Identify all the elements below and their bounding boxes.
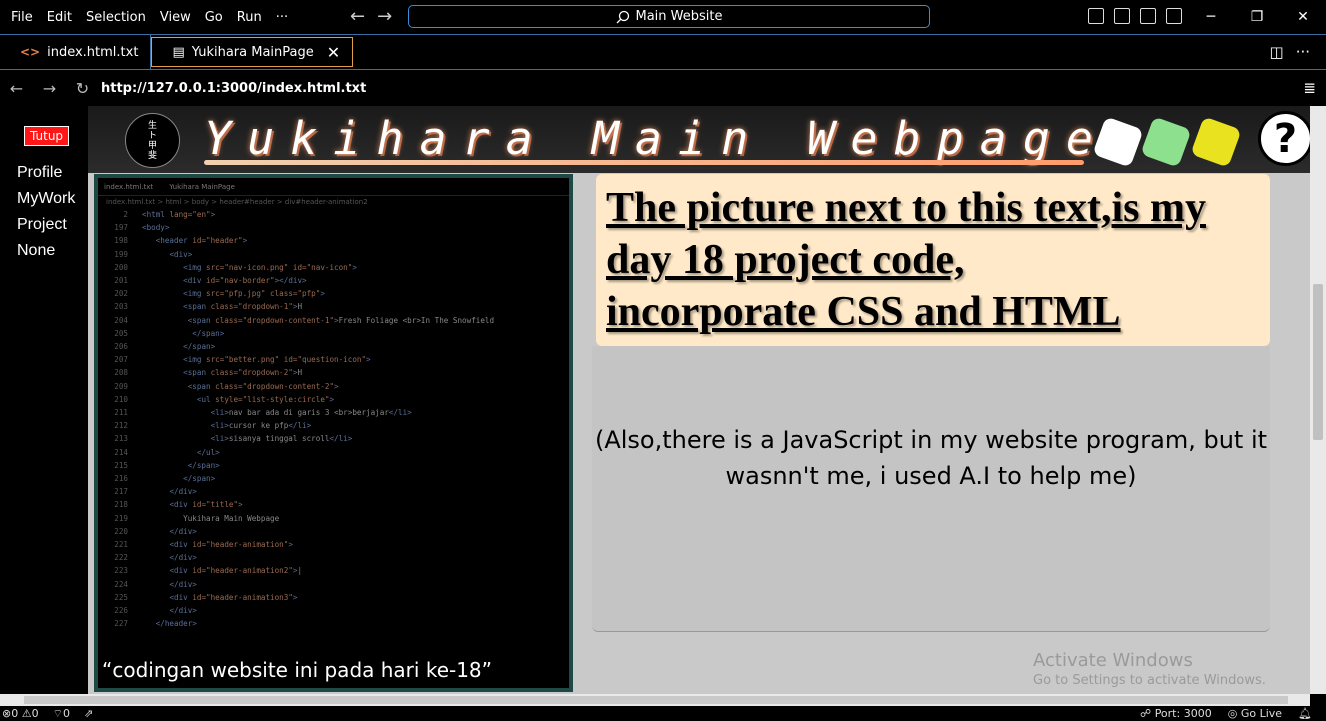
menu-run[interactable]: Run xyxy=(230,10,269,25)
broadcast-icon: ⌔ xyxy=(52,706,63,720)
tab-index-html[interactable]: <> index.html.txt xyxy=(0,35,152,69)
close-window-icon[interactable]: ✕ xyxy=(1280,0,1326,34)
activation-watermark: Activate Windows Go to Settings to activ… xyxy=(1033,650,1266,688)
browser-menu-icon[interactable]: ≣ xyxy=(1303,79,1316,97)
toggle-secondary-sidebar-icon[interactable] xyxy=(1140,8,1156,24)
sidebar-item-project[interactable]: Project xyxy=(17,216,75,234)
page-sidebar: Tutup Profile MyWork Project None xyxy=(0,106,88,694)
code-lines: 2 <html lang="en"> 197 <body> 198 <header … xyxy=(114,210,495,629)
help-icon[interactable]: ? xyxy=(1258,111,1310,166)
window-controls: ─ ❐ ✕ xyxy=(1188,0,1326,34)
close-tab-icon[interactable]: ✕ xyxy=(327,43,340,62)
site-title: Yukihara Main Webpage xyxy=(204,112,1109,165)
sidebar-item-none[interactable]: None xyxy=(17,242,75,260)
toggle-panel-icon[interactable] xyxy=(1114,8,1130,24)
search-icon xyxy=(616,10,629,23)
code-tab-label: index.html.txt xyxy=(104,182,154,191)
sidebar-nav: Profile MyWork Project None xyxy=(17,164,75,268)
web-viewport: Tutup Profile MyWork Project None 生ト甲斐 Y… xyxy=(0,106,1310,694)
code-tab-label: Yukihara MainPage xyxy=(169,182,235,191)
editor-actions: ◫ ··· xyxy=(1270,35,1326,69)
go-live-button[interactable]: ◎ Go Live xyxy=(1228,707,1282,720)
heading-line-2: day 18 project code, xyxy=(606,237,965,283)
heading-box: The picture next to this text,is my day … xyxy=(596,174,1270,346)
title-underline xyxy=(204,160,1084,165)
scroll-thumb[interactable] xyxy=(24,696,1288,704)
sidebar-item-profile[interactable]: Profile xyxy=(17,164,75,182)
menu-go[interactable]: Go xyxy=(198,10,230,25)
forward-arrow-icon[interactable]: → xyxy=(377,6,392,27)
code-breadcrumbs: index.html.txt > html > body > header#he… xyxy=(106,198,368,206)
watermark-title: Activate Windows xyxy=(1033,650,1193,671)
more-actions-icon[interactable]: ··· xyxy=(1296,43,1310,61)
browser-forward-icon[interactable]: → xyxy=(33,79,66,98)
radio-icon: ◎ xyxy=(1227,707,1238,720)
status-bar: ⊗0 ⚠0 ⌔0 ⇗ ☍ Port: 3000 ◎ Go Live 🔔︎ xyxy=(0,706,1326,721)
menu-view[interactable]: View xyxy=(153,10,198,25)
ports-indicator[interactable]: ⌔0 xyxy=(53,707,70,721)
vertical-scrollbar[interactable] xyxy=(1310,106,1326,694)
menu-bar: File Edit Selection View Go Run ··· xyxy=(0,10,295,25)
problems-indicator[interactable]: ⊗0 ⚠0 xyxy=(2,707,39,721)
tab-label: index.html.txt xyxy=(47,44,139,60)
tab-label: Yukihara MainPage xyxy=(191,44,314,60)
html-file-icon: <> xyxy=(20,45,41,59)
address-bar: ← → ↻ http://127.0.0.1:3000/index.html.t… xyxy=(0,71,1326,105)
notifications-bell-icon[interactable]: 🔔︎ xyxy=(1298,707,1312,720)
minimize-icon[interactable]: ─ xyxy=(1188,0,1234,34)
share-icon[interactable]: ⇗ xyxy=(84,707,93,721)
split-editor-icon[interactable]: ◫ xyxy=(1270,43,1284,61)
menu-file[interactable]: File xyxy=(4,10,40,25)
note-box: (Also,there is a JavaScript in my websit… xyxy=(592,346,1270,632)
yellow-square-icon xyxy=(1190,116,1242,168)
history-nav: ← → xyxy=(350,6,392,27)
heading-line-3: incorporate CSS and HTML xyxy=(606,289,1121,335)
restore-icon[interactable]: ❐ xyxy=(1234,0,1280,34)
menu-edit[interactable]: Edit xyxy=(40,10,79,25)
antenna-icon: ☍ xyxy=(1140,707,1152,720)
page-header: 生ト甲斐 Yukihara Main Webpage ? xyxy=(88,106,1310,173)
javascript-note: (Also,there is a JavaScript in my websit… xyxy=(594,426,1268,490)
code-screenshot: index.html.txt Yukihara MainPage index.h… xyxy=(94,174,573,692)
command-center-label: Main Website xyxy=(635,9,723,24)
sidebar-item-mywork[interactable]: MyWork xyxy=(17,190,75,208)
code-caption: “codingan website ini pada hari ke-18” xyxy=(102,658,493,682)
title-bar: File Edit Selection View Go Run ··· ← → … xyxy=(0,0,1326,34)
back-arrow-icon[interactable]: ← xyxy=(350,6,365,27)
layout-controls xyxy=(1088,8,1182,24)
close-sidebar-button[interactable]: Tutup xyxy=(24,126,70,146)
warning-icon: ⚠ xyxy=(21,706,32,720)
green-square-icon xyxy=(1140,116,1192,168)
tab-yukihara-mainpage[interactable]: ▤ Yukihara MainPage ✕ xyxy=(151,37,354,67)
port-indicator[interactable]: ☍ Port: 3000 xyxy=(1140,707,1212,720)
code-tabs: index.html.txt Yukihara MainPage xyxy=(98,178,569,196)
logo-icon[interactable]: 生ト甲斐 xyxy=(125,113,180,168)
menu-selection[interactable]: Selection xyxy=(79,10,153,25)
watermark-subtitle: Go to Settings to activate Windows. xyxy=(1033,673,1266,688)
heading-line-1: The picture next to this text,is my xyxy=(606,185,1206,231)
customize-layout-icon[interactable] xyxy=(1166,8,1182,24)
browser-back-icon[interactable]: ← xyxy=(0,79,33,98)
url-field[interactable]: http://127.0.0.1:3000/index.html.txt xyxy=(101,81,366,96)
tab-bar: <> index.html.txt ▤ Yukihara MainPage ✕ … xyxy=(0,34,1326,70)
error-icon: ⊗ xyxy=(2,706,12,720)
reload-icon[interactable]: ↻ xyxy=(66,79,99,98)
command-center[interactable]: Main Website xyxy=(408,5,930,28)
preview-icon: ▤ xyxy=(172,44,185,60)
scroll-thumb[interactable] xyxy=(1313,284,1323,440)
menu-more[interactable]: ··· xyxy=(269,10,295,25)
horizontal-scrollbar[interactable] xyxy=(0,694,1310,706)
toggle-sidebar-icon[interactable] xyxy=(1088,8,1104,24)
